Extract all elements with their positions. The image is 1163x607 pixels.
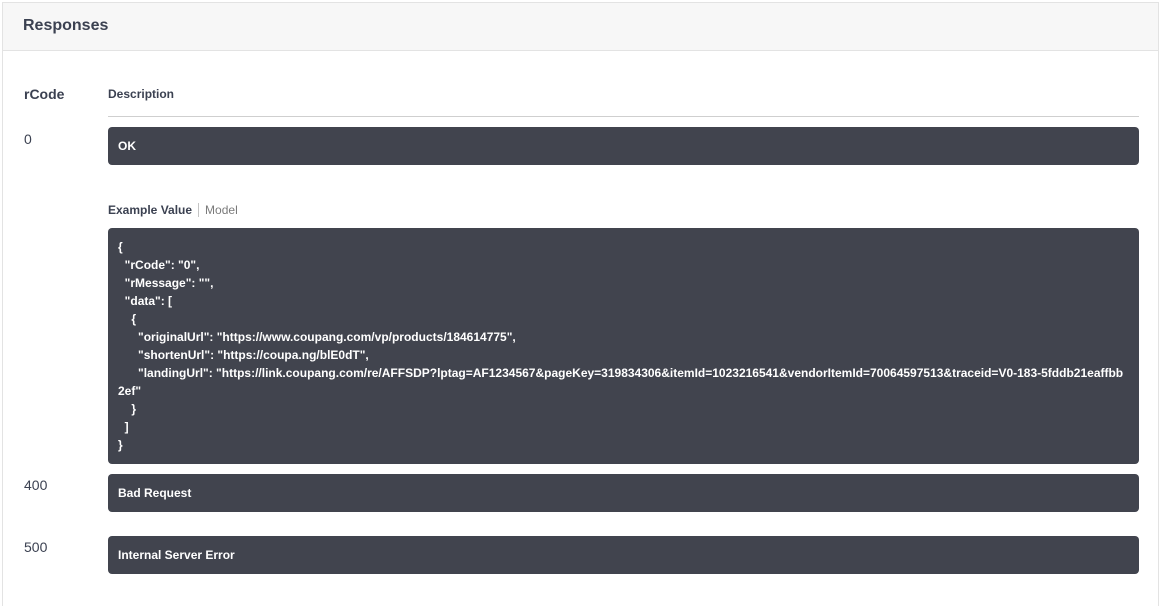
tab-example-value[interactable]: Example Value xyxy=(108,203,192,217)
header-divider xyxy=(108,116,1139,117)
response-code-400: 400 xyxy=(24,477,48,493)
column-header-description: Description xyxy=(108,87,175,101)
panel-header: Responses xyxy=(3,3,1158,51)
responses-panel: Responses rCode Description 0 OK Example… xyxy=(2,2,1159,606)
panel-title: Responses xyxy=(23,17,109,34)
column-header-rcode: rCode xyxy=(24,86,65,102)
response-description-bad-request: Bad Request xyxy=(108,474,1139,512)
example-tabs: Example Value Model xyxy=(108,203,238,217)
response-code-500: 500 xyxy=(24,539,48,555)
tab-model[interactable]: Model xyxy=(205,203,238,217)
tab-divider xyxy=(198,203,200,217)
example-value-box[interactable]: { "rCode": "0", "rMessage": "", "data": … xyxy=(108,228,1139,464)
response-description-ok: OK xyxy=(108,127,1139,165)
response-code-0: 0 xyxy=(24,131,32,147)
response-description-internal-server-error: Internal Server Error xyxy=(108,536,1139,574)
example-json: { "rCode": "0", "rMessage": "", "data": … xyxy=(118,240,1124,452)
